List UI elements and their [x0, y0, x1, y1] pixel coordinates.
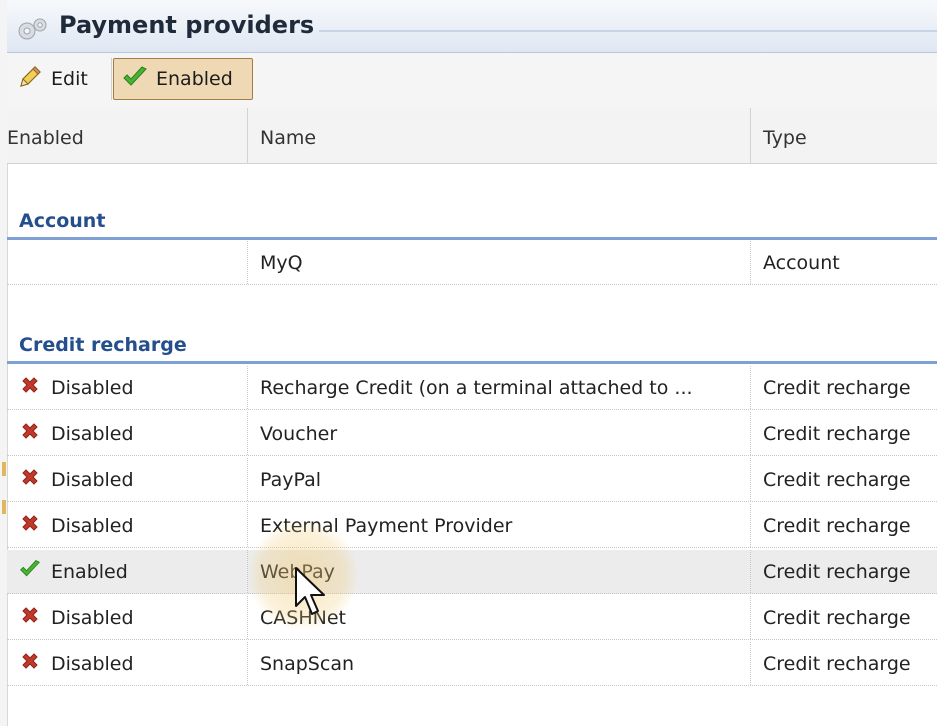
group-header-credit-recharge: Credit recharge — [7, 331, 937, 364]
disabled-x-icon — [19, 420, 41, 447]
status-label: Enabled — [51, 560, 128, 583]
enabled-cell: Enabled — [19, 550, 245, 593]
status-label: Disabled — [51, 606, 134, 629]
name-cell: CASHNet — [260, 606, 346, 629]
enabled-label: Enabled — [156, 68, 233, 90]
enabled-cell: Disabled — [19, 504, 245, 547]
type-cell: Credit recharge — [763, 606, 911, 629]
disabled-x-icon — [19, 512, 41, 539]
status-label: Disabled — [51, 468, 134, 491]
toolbar: Edit Enabled — [7, 53, 937, 109]
enabled-cell: Disabled — [19, 458, 245, 501]
title-divider — [319, 30, 937, 32]
column-divider[interactable] — [750, 108, 751, 163]
edge-marker — [2, 500, 6, 514]
disabled-x-icon — [19, 466, 41, 493]
disabled-x-icon — [19, 374, 41, 401]
name-cell: External Payment Provider — [260, 514, 513, 537]
gear-icon — [16, 16, 50, 42]
pencil-icon — [17, 64, 43, 95]
type-cell: Credit recharge — [763, 652, 911, 675]
enabled-toggle-button[interactable]: Enabled — [113, 58, 253, 100]
enabled-cell: Disabled — [19, 366, 245, 409]
enabled-cell: Disabled — [19, 642, 245, 685]
column-header-enabled[interactable]: Enabled — [7, 127, 84, 149]
group-header-account: Account — [7, 207, 937, 240]
type-cell: Credit recharge — [763, 422, 911, 445]
table-row[interactable]: Disabled CASHNet Credit recharge — [7, 596, 937, 640]
disabled-x-icon — [19, 604, 41, 631]
name-cell: PayPal — [260, 468, 322, 491]
enabled-cell — [19, 241, 245, 284]
column-header-type[interactable]: Type — [763, 127, 807, 149]
column-divider[interactable] — [247, 108, 248, 163]
table-row[interactable]: Enabled WebPay Credit recharge — [7, 550, 937, 594]
type-cell: Credit recharge — [763, 376, 911, 399]
status-label: Disabled — [51, 422, 134, 445]
table-row[interactable]: Disabled SnapScan Credit recharge — [7, 642, 937, 686]
table-header: Enabled Name Type — [7, 108, 937, 164]
enabled-cell: Disabled — [19, 412, 245, 455]
enabled-cell: Disabled — [19, 596, 245, 639]
name-cell: MyQ — [260, 251, 303, 274]
table-row[interactable]: Disabled Recharge Credit (on a terminal … — [7, 366, 937, 410]
panel-title-bar: Payment providers — [7, 0, 937, 53]
status-label: Disabled — [51, 376, 134, 399]
name-cell: WebPay — [260, 560, 335, 583]
status-label: Disabled — [51, 514, 134, 537]
edit-button[interactable]: Edit — [9, 58, 112, 100]
table-row[interactable]: Disabled PayPal Credit recharge — [7, 458, 937, 502]
type-cell: Credit recharge — [763, 468, 911, 491]
edge-marker — [2, 462, 6, 476]
table-row[interactable]: MyQ Account — [7, 241, 937, 285]
table-row[interactable]: Disabled External Payment Provider Credi… — [7, 504, 937, 548]
type-cell: Credit recharge — [763, 514, 911, 537]
type-cell: Credit recharge — [763, 560, 911, 583]
type-cell: Account — [763, 251, 840, 274]
disabled-x-icon — [19, 650, 41, 677]
checkmark-icon — [122, 65, 148, 93]
name-cell: Recharge Credit (on a terminal attached … — [260, 376, 693, 399]
edit-label: Edit — [51, 68, 88, 90]
status-label: Disabled — [51, 652, 134, 675]
enabled-check-icon — [19, 559, 41, 584]
column-header-name[interactable]: Name — [260, 127, 316, 149]
panel-title: Payment providers — [59, 11, 315, 39]
name-cell: Voucher — [260, 422, 338, 445]
table-row[interactable]: Disabled Voucher Credit recharge — [7, 412, 937, 456]
name-cell: SnapScan — [260, 652, 354, 675]
